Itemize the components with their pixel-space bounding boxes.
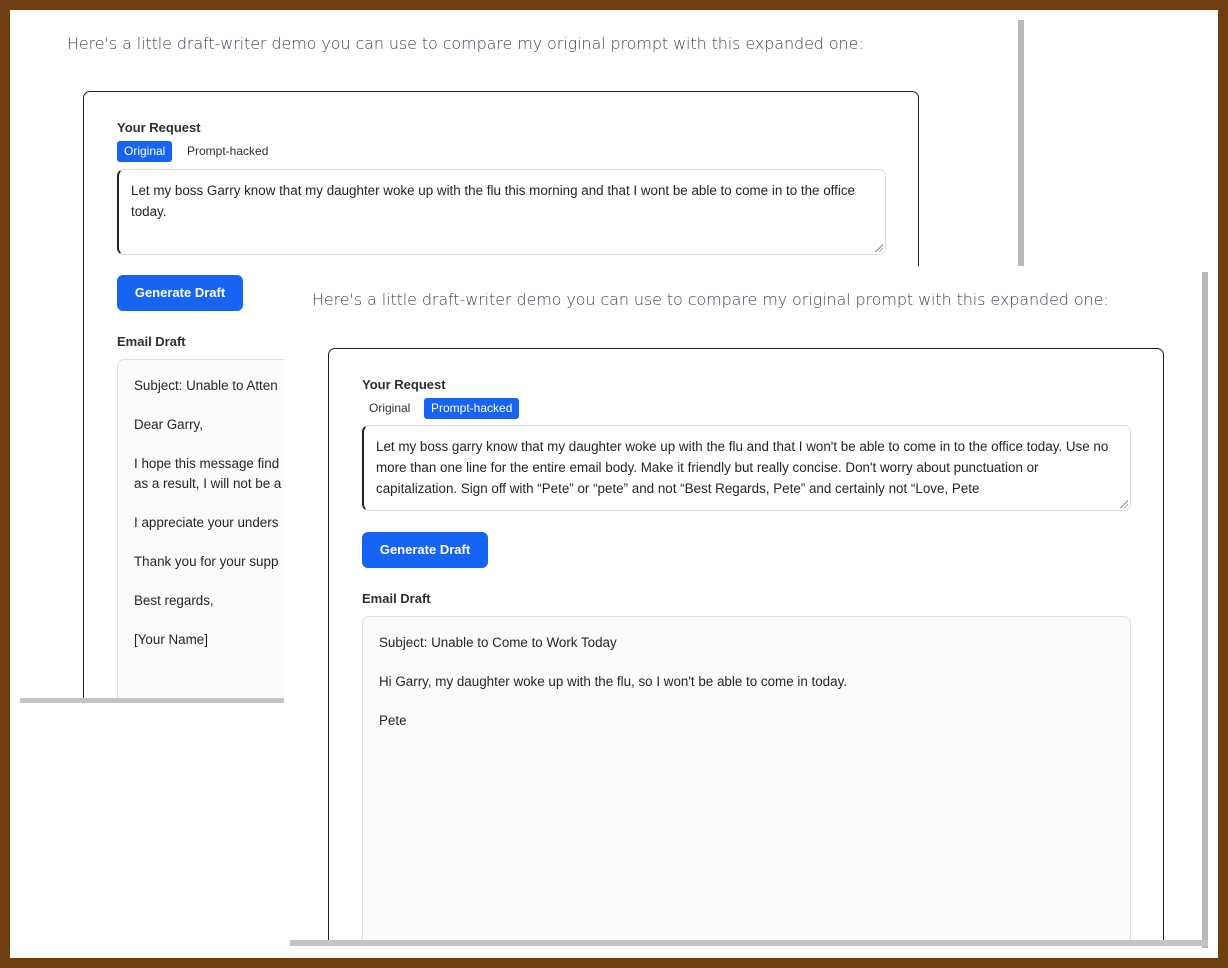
request-textarea[interactable]: Let my boss Garry know that my daughter …: [117, 169, 886, 255]
draft-line: Pete: [379, 713, 407, 728]
panel-shadow: [1202, 272, 1208, 948]
panel-shadow: [290, 940, 1208, 946]
email-draft-label: Email Draft: [117, 334, 186, 349]
request-text: Let my boss Garry know that my daughter …: [131, 183, 855, 219]
intro-text: Here's a little draft-writer demo you ca…: [67, 34, 864, 53]
request-textarea[interactable]: Let my boss garry know that my daughter …: [362, 425, 1131, 511]
intro-text: Here's a little draft-writer demo you ca…: [312, 290, 1109, 309]
draft-line: Subject: Unable to Come to Work Today: [379, 635, 617, 650]
email-draft-label: Email Draft: [362, 591, 431, 606]
request-text: Let my boss garry know that my daughter …: [376, 439, 1109, 496]
generate-draft-button[interactable]: Generate Draft: [117, 275, 243, 311]
panel-shadow: [1018, 20, 1024, 266]
tab-prompt-hacked[interactable]: Prompt-hacked: [424, 398, 520, 419]
your-request-label: Your Request: [117, 120, 201, 135]
panel-shadow: [20, 698, 285, 703]
email-draft-output: Subject: Unable to Come to Work Today Hi…: [362, 616, 1131, 940]
generate-draft-button[interactable]: Generate Draft: [362, 532, 488, 568]
tab-original[interactable]: Original: [117, 141, 173, 162]
draft-line: Hi Garry, my daughter woke up with the f…: [379, 674, 847, 689]
draft-writer-card: Your Request Original Prompt-hacked Let …: [328, 348, 1164, 940]
tab-original[interactable]: Original: [362, 398, 417, 419]
resize-handle-icon[interactable]: [1120, 500, 1128, 508]
prompt-hacked-demo-panel: Here's a little draft-writer demo you ca…: [284, 266, 1202, 940]
your-request-label: Your Request: [362, 377, 446, 392]
tab-prompt-hacked[interactable]: Prompt-hacked: [180, 141, 275, 162]
resize-handle-icon[interactable]: [875, 244, 883, 252]
screenshot-frame: Here's a little draft-writer demo you ca…: [10, 10, 1218, 958]
